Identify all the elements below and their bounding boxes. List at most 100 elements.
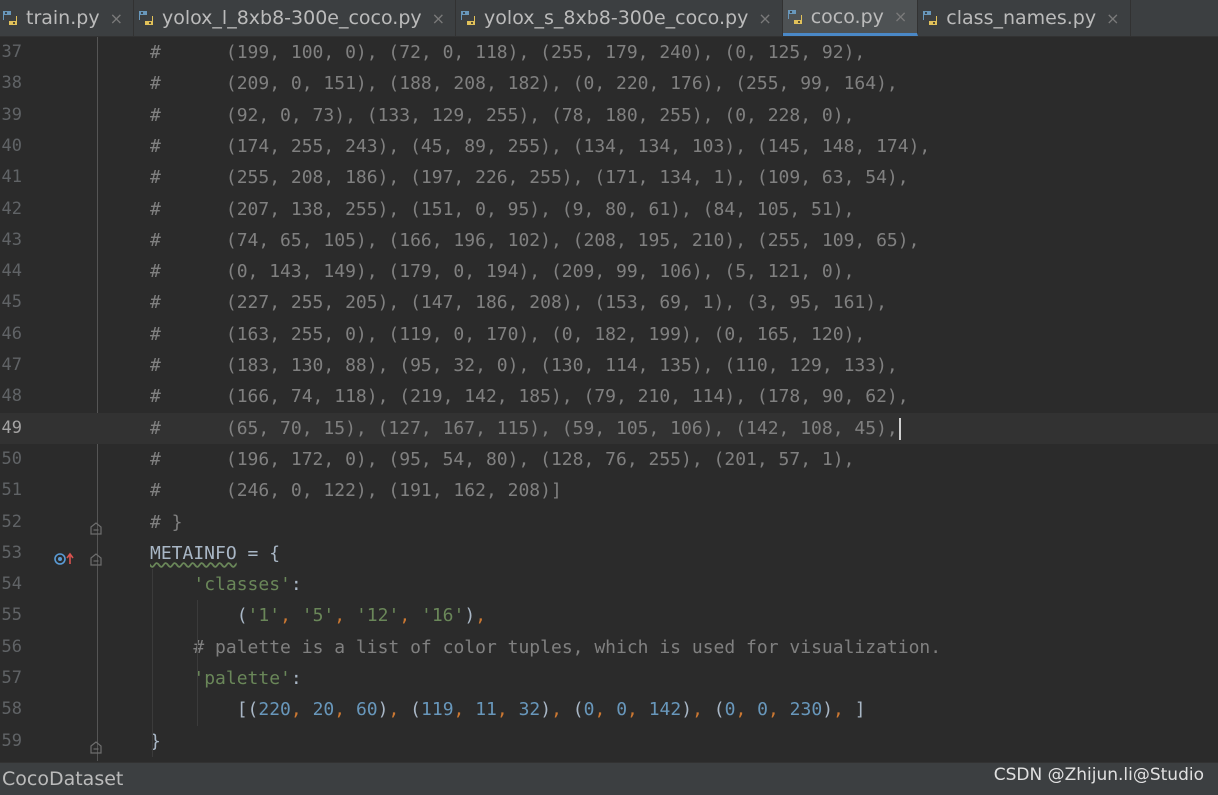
code-line[interactable]: 49 # (65, 70, 15), (127, 167, 115), (59, … <box>0 412 1218 444</box>
watermark: CSDN @Zhijun.li@Studio <box>993 765 1204 785</box>
code-line[interactable]: 40 # (174, 255, 243), (45, 89, 255), (134… <box>0 131 1218 162</box>
text-caret <box>898 417 901 440</box>
line-number: 42 <box>1 198 22 219</box>
code-line[interactable]: 47 # (183, 130, 88), (95, 32, 0), (130, 1… <box>0 350 1218 381</box>
code-text: # (209, 0, 151), (188, 208, 182), (0, 22… <box>150 73 898 95</box>
code-text: # (166, 74, 118), (219, 142, 185), (79, … <box>150 386 909 408</box>
tab-label: yolox_s_8xb8-300e_coco.py <box>484 7 749 29</box>
line-number: 52 <box>1 511 22 532</box>
tab-label: train.py <box>26 7 100 29</box>
python-file-icon <box>0 8 20 28</box>
code-line[interactable]: 57 'palette': <box>0 663 1218 694</box>
close-icon[interactable]: × <box>894 7 907 26</box>
tab-label: coco.py <box>810 5 884 28</box>
code-line[interactable]: 42 # (207, 138, 255), (151, 0, 95), (9, 8… <box>0 194 1218 225</box>
code-text: # (246, 0, 122), (191, 162, 208)] <box>150 480 562 502</box>
tab-label: class_names.py <box>946 7 1097 29</box>
line-number: 44 <box>1 261 22 282</box>
code-line[interactable]: 38 # (209, 0, 151), (188, 208, 182), (0, … <box>0 68 1218 99</box>
indent-guide <box>152 569 153 757</box>
close-icon[interactable]: × <box>432 9 445 28</box>
code-line[interactable]: 48 # (166, 74, 118), (219, 142, 185), (79… <box>0 381 1218 412</box>
code-text: 'palette': <box>193 668 302 689</box>
line-number: 43 <box>1 229 22 250</box>
code-line[interactable]: 50 # (196, 172, 0), (95, 54, 80), (128, 7… <box>0 444 1218 475</box>
code-text: # (199, 100, 0), (72, 0, 118), (255, 179… <box>150 42 866 63</box>
python-file-icon <box>136 8 156 28</box>
tab-label: yolox_l_8xb8-300e_coco.py <box>161 7 422 29</box>
fold-toggle-icon[interactable] <box>89 546 103 566</box>
code-text: [(220, 20, 60), (119, 11, 32), (0, 0, 14… <box>150 699 866 721</box>
code-text: ('1', '5', '12', '16'), <box>150 605 487 627</box>
line-number: 45 <box>1 292 22 313</box>
line-number: 48 <box>1 386 22 407</box>
code-text: # (92, 0, 73), (133, 129, 255), (78, 180… <box>150 104 855 126</box>
code-text: # (196, 172, 0), (95, 54, 80), (128, 76,… <box>150 448 855 470</box>
status-bar: CocoDataset CSDN @Zhijun.li@Studio <box>0 762 1218 795</box>
code-line[interactable]: 37 # (199, 100, 0), (72, 0, 118), (255, 1… <box>0 37 1218 68</box>
indent-guide <box>197 600 198 726</box>
line-number: 59 <box>1 730 22 751</box>
code-text: # (163, 255, 0), (119, 0, 170), (0, 182,… <box>150 323 866 345</box>
tab-class-names-py[interactable]: class_names.py × <box>918 0 1131 36</box>
line-number: 57 <box>1 668 22 688</box>
code-line[interactable]: 52 # } <box>0 507 1218 538</box>
code-line[interactable]: 44 # (0, 143, 149), (179, 0, 194), (209, … <box>0 256 1218 287</box>
code-text: # (255, 208, 186), (197, 226, 255), (171… <box>150 167 909 189</box>
line-number: 55 <box>1 605 22 626</box>
code-text: METAINFO = { <box>150 542 281 564</box>
code-text: # (74, 65, 105), (166, 196, 102), (208, … <box>150 229 920 251</box>
close-icon[interactable]: × <box>110 9 123 28</box>
line-number: 47 <box>1 355 22 375</box>
code-line[interactable]: 54 'classes': <box>0 569 1218 600</box>
line-number: 56 <box>1 636 22 657</box>
python-file-icon <box>920 8 940 28</box>
code-text: # (174, 255, 243), (45, 89, 255), (134, … <box>150 135 931 157</box>
code-text: # (207, 138, 255), (151, 0, 95), (9, 80,… <box>150 198 855 220</box>
code-editor[interactable]: 37 # (199, 100, 0), (72, 0, 118), (255, 1… <box>0 37 1218 761</box>
line-number: 41 <box>1 167 22 188</box>
code-text: # palette is a list of color tuples, whi… <box>193 636 942 658</box>
python-file-icon <box>458 8 478 28</box>
fold-toggle-icon[interactable] <box>89 734 103 754</box>
code-line[interactable]: 59} <box>0 726 1218 757</box>
code-line[interactable]: 56 # palette is a list of color tuples, … <box>0 632 1218 663</box>
tab-train-py[interactable]: train.py × <box>0 0 134 36</box>
line-number: 50 <box>1 448 22 469</box>
python-file-icon <box>785 7 805 27</box>
line-number: 49 <box>1 417 22 438</box>
code-line[interactable]: 45 # (227, 255, 205), (147, 186, 208), (1… <box>0 287 1218 318</box>
tab-yolox-s-8xb8-300e-coco-py[interactable]: yolox_s_8xb8-300e_coco.py × <box>456 0 783 36</box>
code-line[interactable]: 39 # (92, 0, 73), (133, 129, 255), (78, 1… <box>0 100 1218 131</box>
code-line[interactable]: 55 ('1', '5', '12', '16'), <box>0 600 1218 631</box>
tab-coco-py[interactable]: coco.py × <box>782 0 919 36</box>
code-text: # (65, 70, 15), (127, 167, 115), (59, 10… <box>150 413 901 444</box>
line-number: 46 <box>1 323 22 344</box>
fold-toggle-icon[interactable] <box>89 515 103 535</box>
code-text: # } <box>150 511 183 533</box>
editor-tab-bar: train.py × yolox_l_8xb8-300e_coco.py × yolox… <box>0 0 1218 37</box>
line-number: 53 <box>1 542 22 563</box>
tab-yolox-l-8xb8-300e-coco-py[interactable]: yolox_l_8xb8-300e_coco.py × <box>134 0 457 36</box>
code-line[interactable]: 53 METAINFO = { <box>0 538 1218 569</box>
close-icon[interactable]: × <box>1106 9 1119 28</box>
code-line[interactable]: 46 # (163, 255, 0), (119, 0, 170), (0, 18… <box>0 319 1218 350</box>
overrides-marker-icon[interactable] <box>54 546 76 565</box>
breadcrumb-class[interactable]: CocoDataset <box>2 768 123 790</box>
line-number: 54 <box>1 574 22 595</box>
code-line[interactable]: 43 # (74, 65, 105), (166, 196, 102), (208… <box>0 225 1218 256</box>
code-text: # (183, 130, 88), (95, 32, 0), (130, 114… <box>150 355 898 376</box>
code-line[interactable]: 51 # (246, 0, 122), (191, 162, 208)] <box>0 475 1218 506</box>
code-text: # (0, 143, 149), (179, 0, 194), (209, 99… <box>150 261 855 283</box>
code-line[interactable]: 58 [(220, 20, 60), (119, 11, 32), (0, 0,… <box>0 694 1218 725</box>
line-number: 38 <box>1 73 22 94</box>
line-number: 58 <box>1 699 22 720</box>
close-icon[interactable]: × <box>758 9 771 28</box>
code-text: # (227, 255, 205), (147, 186, 208), (153… <box>150 292 887 314</box>
code-line[interactable]: 41 # (255, 208, 186), (197, 226, 255), (1… <box>0 162 1218 193</box>
line-number: 39 <box>1 104 22 125</box>
line-number: 40 <box>1 135 22 156</box>
line-number: 37 <box>1 42 22 62</box>
code-text: 'classes': <box>193 574 302 596</box>
line-number: 51 <box>1 480 22 501</box>
